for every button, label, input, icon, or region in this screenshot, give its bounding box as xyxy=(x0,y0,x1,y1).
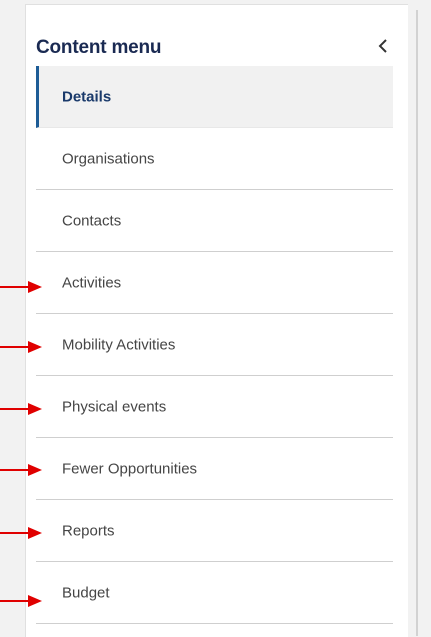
menu-item-label: Budget xyxy=(62,584,110,601)
menu-item-contacts[interactable]: Contacts xyxy=(36,190,393,252)
menu-item-label: Contacts xyxy=(62,212,122,229)
menu-item-mobility-activities[interactable]: Mobility Activities xyxy=(36,314,393,376)
arrow-right-icon xyxy=(0,402,44,416)
content-menu-list: Details Organisations Contacts Activitie… xyxy=(36,66,393,624)
menu-item-physical-events[interactable]: Physical events xyxy=(36,376,393,438)
arrow-right-icon xyxy=(0,463,44,477)
menu-item-activities[interactable]: Activities xyxy=(36,252,393,314)
chevron-left-icon xyxy=(374,34,392,58)
screenshot-frame: Content menu Details Organisations Conta… xyxy=(0,0,431,637)
arrow-right-icon xyxy=(0,340,44,354)
arrow-right-icon xyxy=(0,594,44,608)
menu-item-budget[interactable]: Budget xyxy=(36,562,393,624)
menu-item-label: Reports xyxy=(62,522,115,539)
menu-item-details[interactable]: Details xyxy=(36,66,393,128)
content-menu-header: Content menu xyxy=(36,34,396,64)
content-menu-title: Content menu xyxy=(36,37,162,58)
arrow-right-icon xyxy=(0,280,44,294)
collapse-menu-button[interactable] xyxy=(374,34,392,58)
menu-item-label: Activities xyxy=(62,274,122,291)
menu-item-label: Organisations xyxy=(62,150,155,167)
menu-item-fewer-opportunities[interactable]: Fewer Opportunities xyxy=(36,438,393,500)
menu-item-label: Mobility Activities xyxy=(62,336,176,353)
menu-item-label: Details xyxy=(62,88,112,105)
scrollbar-track[interactable] xyxy=(416,10,418,636)
arrow-right-icon xyxy=(0,526,44,540)
menu-item-reports[interactable]: Reports xyxy=(36,500,393,562)
menu-item-label: Fewer Opportunities xyxy=(62,460,198,477)
menu-item-label: Physical events xyxy=(62,398,167,415)
menu-item-organisations[interactable]: Organisations xyxy=(36,128,393,190)
